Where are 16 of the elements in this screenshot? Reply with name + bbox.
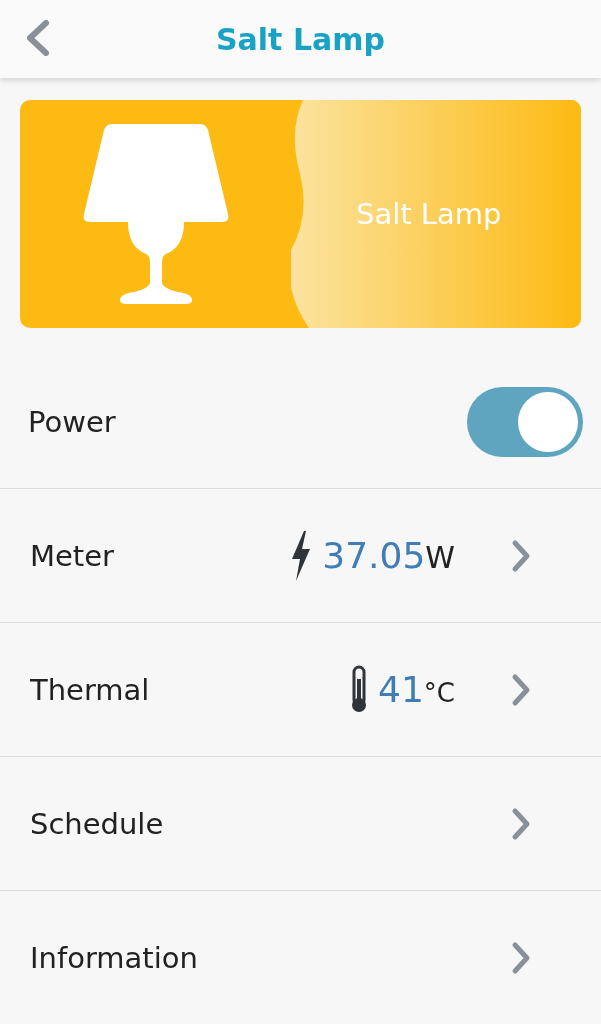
- chevron-right-icon[interactable]: [511, 940, 531, 975]
- lightning-bolt-icon: [290, 530, 313, 581]
- chevron-right-icon[interactable]: [511, 672, 531, 707]
- reading-value: 41°C: [378, 669, 455, 710]
- back-icon[interactable]: [24, 20, 50, 56]
- chevron-right-icon[interactable]: [511, 806, 531, 841]
- device-name: Salt Lamp: [356, 197, 502, 231]
- screen-title: Salt Lamp: [216, 21, 385, 57]
- row-label: Power: [28, 405, 116, 439]
- thermometer-icon: [350, 664, 369, 715]
- row-label: Meter: [30, 538, 114, 573]
- row-label: Thermal: [30, 672, 150, 707]
- row-label: Information: [30, 940, 198, 975]
- reading-value: 37.05W: [322, 535, 455, 576]
- chevron-right-icon[interactable]: [511, 538, 531, 573]
- row-label: Schedule: [30, 806, 164, 841]
